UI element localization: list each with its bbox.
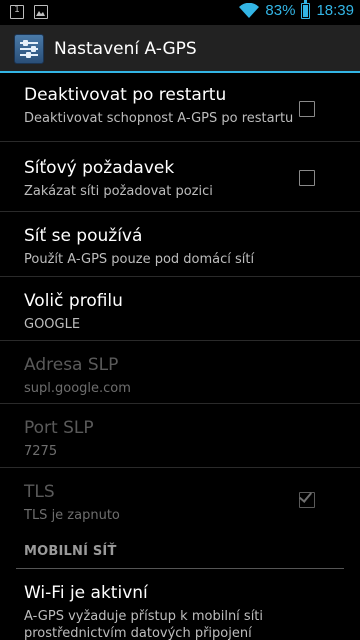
- notification-number: 1: [14, 5, 20, 15]
- pref-title: Adresa SLP: [24, 355, 119, 375]
- notification-number-icon: 1: [10, 5, 24, 19]
- status-bar: 1 83% 18:39: [0, 0, 360, 25]
- pref-title: Síťový požadavek: [24, 158, 175, 178]
- pref-summary: GOOGLE: [24, 317, 81, 332]
- pref-title: Port SLP: [24, 418, 94, 438]
- pref-adresa-slp: Adresa SLP supl.google.com: [0, 341, 360, 404]
- pref-tls: TLS TLS je zapnuto: [0, 468, 360, 531]
- wifi-icon: [239, 2, 260, 18]
- pref-title: TLS: [24, 482, 55, 502]
- clock: 18:39: [316, 2, 354, 19]
- pref-deaktivovat-po-restartu[interactable]: Deaktivovat po restartu Deaktivovat scho…: [0, 73, 360, 142]
- pref-wifi-je-aktivni[interactable]: Wi-Fi je aktivní A-GPS vyžaduje přístup …: [0, 569, 360, 640]
- pref-sit-se-pouziva[interactable]: Síť se používá Použít A-GPS pouze pod do…: [0, 212, 360, 277]
- pref-title: Síť se používá: [24, 226, 143, 246]
- section-header-mobilni-sit: MOBILNÍ SÍŤ: [0, 531, 360, 569]
- pref-volic-profilu[interactable]: Volič profilu GOOGLE: [0, 277, 360, 341]
- pref-summary: Zakázat síti požadovat pozici: [24, 184, 213, 199]
- image-notification-icon: [34, 5, 48, 19]
- pref-summary: Použít A-GPS pouze pod domácí sítí: [24, 252, 255, 267]
- pref-sitovy-pozadavek[interactable]: Síťový požadavek Zakázat síti požadovat …: [0, 142, 360, 212]
- pref-title: Deaktivovat po restartu: [24, 85, 227, 105]
- action-bar: Nastavení A-GPS: [0, 25, 360, 73]
- battery-percent: 83%: [265, 2, 296, 19]
- preference-list[interactable]: Deaktivovat po restartu Deaktivovat scho…: [0, 73, 360, 640]
- pref-port-slp: Port SLP 7275: [0, 404, 360, 468]
- pref-summary: supl.google.com: [24, 381, 131, 396]
- pref-title: Wi-Fi je aktivní: [24, 583, 148, 603]
- section-header-label: MOBILNÍ SÍŤ: [24, 544, 117, 559]
- battery-level: [303, 4, 309, 17]
- pref-summary: TLS je zapnuto: [24, 508, 120, 523]
- checkbox-unchecked[interactable]: [299, 170, 315, 186]
- pref-title: Volič profilu: [24, 291, 123, 311]
- checkbox-checked: [298, 489, 315, 508]
- settings-sliders-icon[interactable]: [14, 34, 44, 64]
- checkbox-unchecked[interactable]: [299, 101, 315, 117]
- page-title: Nastavení A-GPS: [54, 39, 197, 59]
- pref-summary: Deaktivovat schopnost A-GPS po restartu: [24, 111, 294, 126]
- battery-icon: [301, 0, 311, 19]
- pref-summary: A-GPS vyžaduje přístup k mobilní síti pr…: [24, 609, 264, 640]
- checkmark-icon: [298, 489, 313, 503]
- pref-summary: 7275: [24, 444, 58, 459]
